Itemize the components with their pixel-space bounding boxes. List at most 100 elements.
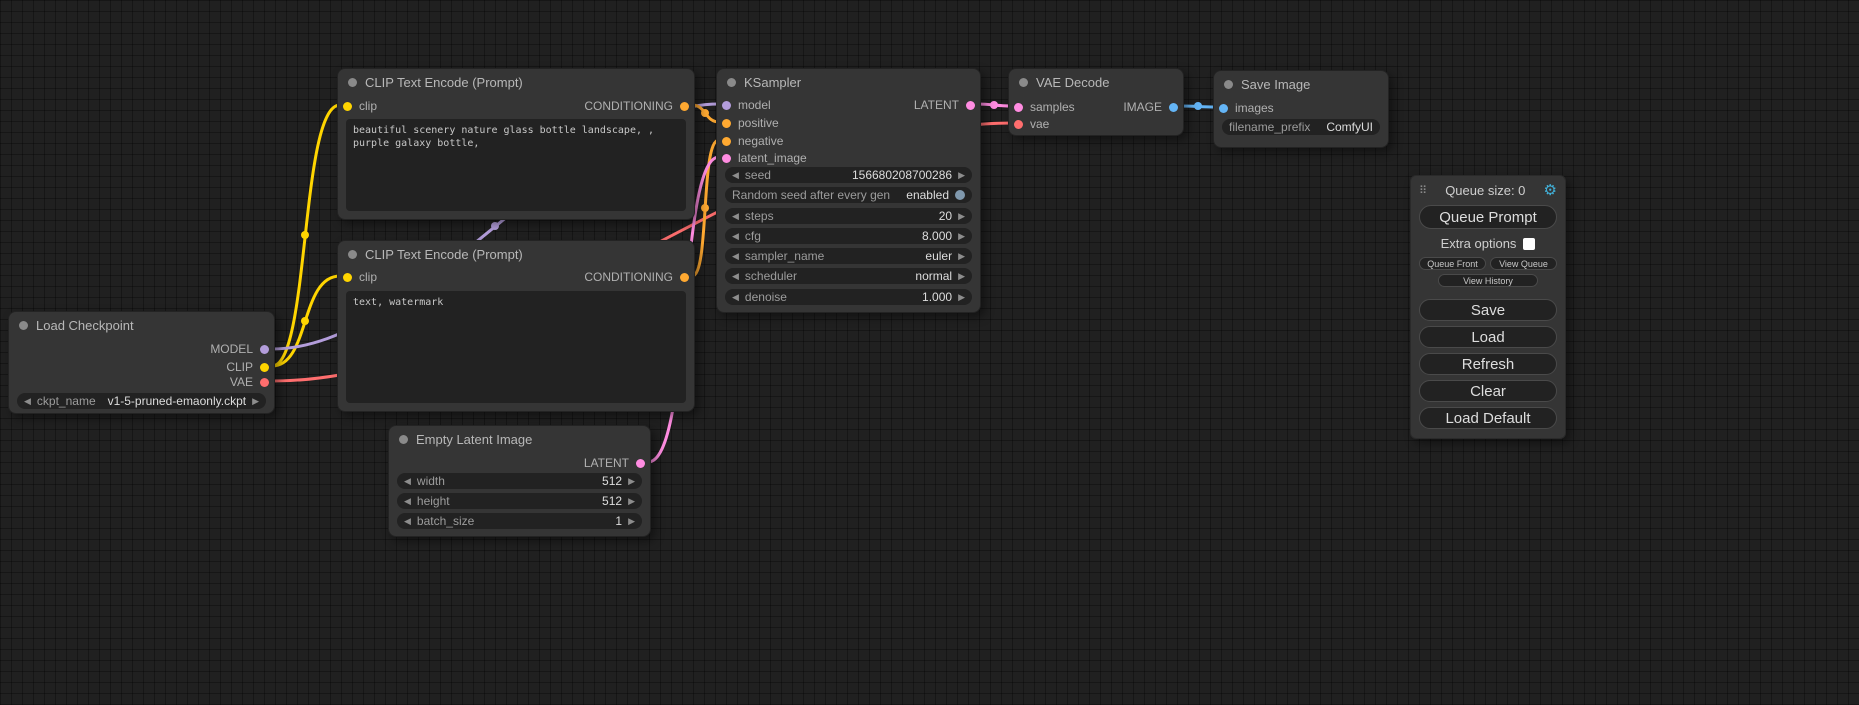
width-widget[interactable]: ◀ width 512 ▶ (397, 473, 642, 489)
prev-arrow-icon[interactable]: ◀ (24, 393, 31, 409)
latent-port-dot[interactable] (636, 459, 645, 468)
input-port-samples[interactable]: samples (1014, 100, 1075, 114)
next-arrow-icon[interactable]: ▶ (958, 208, 965, 224)
next-arrow-icon[interactable]: ▶ (628, 493, 635, 509)
ckpt-name-widget[interactable]: ◀ ckpt_name v1-5-pruned-emaonly.ckpt ▶ (17, 393, 266, 409)
node-header[interactable]: Empty Latent Image (389, 426, 650, 452)
node-empty-latent-image[interactable]: Empty Latent Image LATENT ◀ width 512 ▶ … (388, 425, 651, 537)
node-header[interactable]: CLIP Text Encode (Prompt) (338, 241, 694, 267)
next-arrow-icon[interactable]: ▶ (628, 473, 635, 489)
view-queue-button[interactable]: View Queue (1490, 257, 1557, 270)
next-arrow-icon[interactable]: ▶ (628, 513, 635, 529)
output-port-image[interactable]: IMAGE (1123, 100, 1178, 114)
input-port-latent-image[interactable]: latent_image (722, 151, 807, 165)
node-save-image[interactable]: Save Image images filename_prefix ComfyU… (1213, 70, 1389, 148)
input-port-model[interactable]: model (722, 98, 771, 112)
cfg-widget[interactable]: ◀ cfg 8.000 ▶ (725, 228, 972, 244)
sampler-name-widget[interactable]: ◀ sampler_name euler ▶ (725, 248, 972, 264)
queue-prompt-button[interactable]: Queue Prompt (1419, 205, 1557, 229)
prev-arrow-icon[interactable]: ◀ (404, 493, 411, 509)
node-header[interactable]: Save Image (1214, 71, 1388, 97)
node-vae-decode[interactable]: VAE Decode samples vae IMAGE (1008, 68, 1184, 136)
output-port-latent[interactable]: LATENT (914, 98, 975, 112)
output-port-latent[interactable]: LATENT (584, 456, 645, 470)
latent-port-dot[interactable] (1014, 103, 1023, 112)
next-arrow-icon[interactable]: ▶ (958, 268, 965, 284)
output-port-conditioning[interactable]: CONDITIONING (584, 99, 689, 113)
input-port-vae[interactable]: vae (1014, 117, 1049, 131)
model-port-dot[interactable] (722, 101, 731, 110)
collapse-dot[interactable] (727, 78, 736, 87)
clip-port-dot[interactable] (260, 363, 269, 372)
clip-port-dot[interactable] (343, 102, 352, 111)
settings-gear-icon[interactable]: ⚙ (1544, 183, 1557, 198)
prev-arrow-icon[interactable]: ◀ (732, 289, 739, 305)
input-port-positive[interactable]: positive (722, 116, 779, 130)
collapse-dot[interactable] (399, 435, 408, 444)
image-port-dot[interactable] (1219, 104, 1228, 113)
input-port-clip[interactable]: clip (343, 270, 377, 284)
next-arrow-icon[interactable]: ▶ (958, 289, 965, 305)
node-ksampler[interactable]: KSampler model positive negative latent_… (716, 68, 981, 313)
queue-panel[interactable]: ⠿ Queue size: 0 ⚙ Queue Prompt Extra opt… (1410, 175, 1566, 439)
input-port-images[interactable]: images (1219, 101, 1274, 115)
collapse-dot[interactable] (1224, 80, 1233, 89)
node-header[interactable]: Load Checkpoint (9, 312, 274, 338)
clear-button[interactable]: Clear (1419, 380, 1557, 402)
steps-widget[interactable]: ◀ steps 20 ▶ (725, 208, 972, 224)
comfyui-canvas[interactable]: { "ui": { "arrow_left": "◀", "arrow_righ… (0, 0, 1859, 705)
prompt-textarea[interactable]: text, watermark (346, 291, 686, 403)
denoise-widget[interactable]: ◀ denoise 1.000 ▶ (725, 289, 972, 305)
output-port-clip[interactable]: CLIP (226, 360, 269, 374)
prev-arrow-icon[interactable]: ◀ (732, 248, 739, 264)
vae-port-dot[interactable] (1014, 120, 1023, 129)
input-port-negative[interactable]: negative (722, 134, 783, 148)
filename-prefix-widget[interactable]: filename_prefix ComfyUI (1222, 119, 1380, 135)
collapse-dot[interactable] (348, 78, 357, 87)
save-button[interactable]: Save (1419, 299, 1557, 321)
node-header[interactable]: CLIP Text Encode (Prompt) (338, 69, 694, 95)
seed-widget[interactable]: ◀ seed 156680208700286 ▶ (725, 167, 972, 183)
prev-arrow-icon[interactable]: ◀ (732, 228, 739, 244)
collapse-dot[interactable] (1019, 78, 1028, 87)
prev-arrow-icon[interactable]: ◀ (404, 513, 411, 529)
node-header[interactable]: KSampler (717, 69, 980, 95)
collapse-dot[interactable] (19, 321, 28, 330)
output-port-model[interactable]: MODEL (210, 342, 269, 356)
conditioning-port-dot[interactable] (722, 137, 731, 146)
conditioning-port-dot[interactable] (680, 273, 689, 282)
latent-port-dot[interactable] (722, 154, 731, 163)
refresh-button[interactable]: Refresh (1419, 353, 1557, 375)
next-arrow-icon[interactable]: ▶ (958, 167, 965, 183)
extra-options-checkbox[interactable] (1523, 238, 1535, 250)
next-arrow-icon[interactable]: ▶ (958, 228, 965, 244)
drag-handle-icon[interactable]: ⠿ (1419, 184, 1427, 197)
queue-front-button[interactable]: Queue Front (1419, 257, 1486, 270)
prompt-textarea[interactable]: beautiful scenery nature glass bottle la… (346, 119, 686, 211)
vae-port-dot[interactable] (260, 378, 269, 387)
collapse-dot[interactable] (348, 250, 357, 259)
clip-port-dot[interactable] (343, 273, 352, 282)
height-widget[interactable]: ◀ height 512 ▶ (397, 493, 642, 509)
prev-arrow-icon[interactable]: ◀ (732, 268, 739, 284)
output-port-vae[interactable]: VAE (230, 375, 269, 389)
node-header[interactable]: VAE Decode (1009, 69, 1183, 95)
output-port-conditioning[interactable]: CONDITIONING (584, 270, 689, 284)
load-button[interactable]: Load (1419, 326, 1557, 348)
node-clip-text-encode-negative[interactable]: CLIP Text Encode (Prompt) clip CONDITION… (337, 240, 695, 412)
model-port-dot[interactable] (260, 345, 269, 354)
prev-arrow-icon[interactable]: ◀ (732, 167, 739, 183)
image-port-dot[interactable] (1169, 103, 1178, 112)
node-load-checkpoint[interactable]: Load Checkpoint MODEL CLIP VAE ◀ ckpt_na… (8, 311, 275, 414)
prev-arrow-icon[interactable]: ◀ (404, 473, 411, 489)
batch-size-widget[interactable]: ◀ batch_size 1 ▶ (397, 513, 642, 529)
view-history-button[interactable]: View History (1438, 274, 1537, 287)
conditioning-port-dot[interactable] (722, 119, 731, 128)
random-seed-toggle-widget[interactable]: Random seed after every gen enabled (725, 187, 972, 203)
input-port-clip[interactable]: clip (343, 99, 377, 113)
prev-arrow-icon[interactable]: ◀ (732, 208, 739, 224)
next-arrow-icon[interactable]: ▶ (252, 393, 259, 409)
load-default-button[interactable]: Load Default (1419, 407, 1557, 429)
scheduler-widget[interactable]: ◀ scheduler normal ▶ (725, 268, 972, 284)
toggle-knob[interactable] (955, 190, 965, 200)
